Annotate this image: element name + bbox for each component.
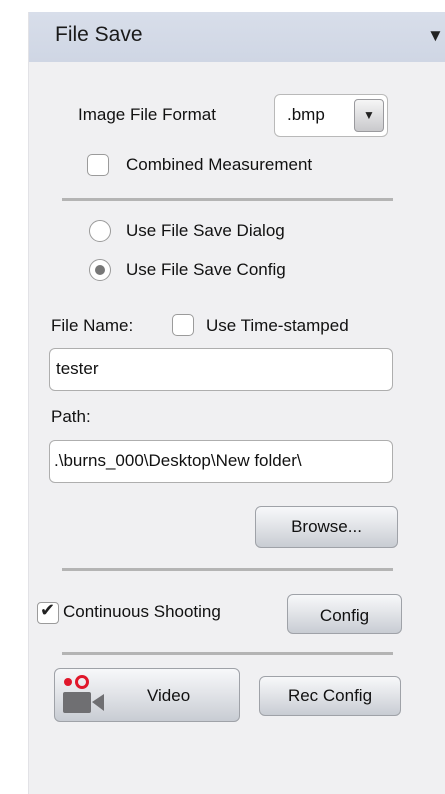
continuous-shooting-checkbox[interactable]: ✔: [37, 600, 59, 624]
continuous-config-button[interactable]: Config: [287, 594, 402, 634]
combined-measurement-checkbox[interactable]: [87, 154, 109, 176]
use-file-save-config-label: Use File Save Config: [126, 260, 286, 279]
file-name-input[interactable]: tester: [49, 348, 393, 391]
path-input[interactable]: .\burns_000\Desktop\New folder\: [49, 440, 393, 483]
use-time-stamped-label: Use Time-stamped: [206, 316, 349, 335]
use-file-save-config-radio[interactable]: [89, 259, 111, 281]
continuous-shooting-label: Continuous Shooting: [63, 602, 221, 621]
panel-title: File Save: [55, 23, 143, 46]
combined-measurement-label: Combined Measurement: [126, 155, 313, 174]
video-button[interactable]: Video: [54, 668, 240, 722]
use-file-save-dialog-radio[interactable]: [89, 220, 111, 242]
rec-config-button[interactable]: Rec Config: [259, 676, 401, 716]
rec-config-button-label: Rec Config: [287, 686, 373, 705]
radio-selected-dot: [95, 265, 105, 275]
chevron-down-icon[interactable]: ▼: [354, 99, 384, 132]
checkmark-icon: ✔: [40, 600, 56, 620]
triangle-down-icon[interactable]: ▼: [427, 26, 444, 46]
video-camera-record-icon: [63, 675, 104, 713]
video-button-label: Video: [147, 686, 191, 705]
file-name-label: File Name:: [51, 316, 134, 335]
config-button-label: Config: [319, 606, 370, 625]
image-format-value: .bmp: [287, 105, 325, 124]
path-label: Path:: [51, 407, 91, 426]
image-file-format-label: Image File Format: [78, 105, 216, 124]
browse-button-label: Browse...: [291, 517, 362, 536]
panel-header[interactable]: File Save ▼: [29, 12, 445, 62]
image-format-select[interactable]: .bmp ▼: [274, 94, 388, 137]
path-value: .\burns_000\Desktop\New folder\: [54, 451, 302, 470]
file-save-panel: File Save ▼ Image File Format .bmp ▼ Com…: [28, 12, 445, 794]
separator: [62, 198, 393, 201]
separator: [62, 568, 393, 571]
browse-button[interactable]: Browse...: [255, 506, 398, 548]
use-file-save-dialog-label: Use File Save Dialog: [126, 221, 285, 240]
use-time-stamped-checkbox[interactable]: [172, 314, 194, 336]
separator: [62, 652, 393, 655]
file-name-value: tester: [56, 359, 99, 378]
